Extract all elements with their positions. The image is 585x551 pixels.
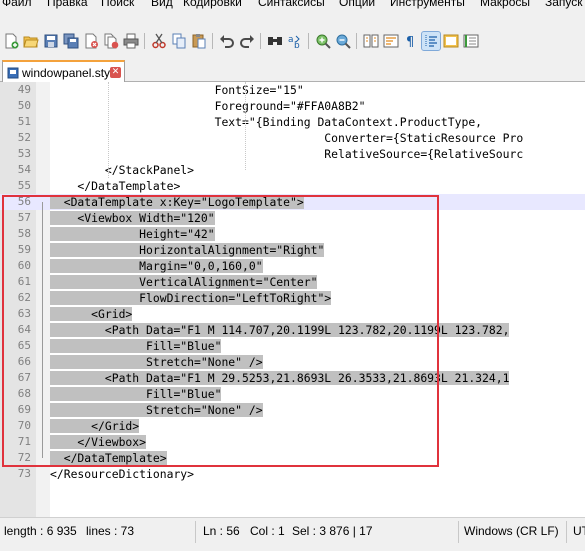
tab-close-icon[interactable]: ✕ xyxy=(110,67,121,78)
status-lines: lines : 73 xyxy=(86,524,135,538)
redo-icon[interactable] xyxy=(238,32,256,50)
file-icon xyxy=(7,67,19,79)
close-all-icon[interactable] xyxy=(102,32,120,50)
line-number: 53 xyxy=(17,147,31,160)
close-icon[interactable] xyxy=(82,32,100,50)
status-line: Ln : 56 xyxy=(203,524,240,538)
annotation-highlight-box xyxy=(2,195,439,467)
toolbar: ab ¶ xyxy=(0,27,585,57)
replace-icon[interactable]: ab xyxy=(286,32,304,50)
new-file-icon[interactable] xyxy=(2,32,20,50)
code-line[interactable]: 54 </StackPanel> xyxy=(0,162,585,178)
menu-view[interactable]: Вид xyxy=(151,0,173,9)
tab-bar: windowpanel.style ✕ xyxy=(0,57,585,82)
status-length: length : 6 935 xyxy=(4,524,77,538)
print-icon[interactable] xyxy=(122,32,140,50)
doc-map-icon[interactable] xyxy=(442,32,460,50)
menu-language[interactable]: Синтаксисы xyxy=(258,0,325,9)
menu-run[interactable]: Запуск xyxy=(545,0,583,9)
menu-search[interactable]: Поиск xyxy=(101,0,134,9)
sync-scroll-icon[interactable] xyxy=(362,32,380,50)
undo-icon[interactable] xyxy=(218,32,236,50)
svg-text:¶: ¶ xyxy=(406,35,414,49)
indent-guide xyxy=(245,82,246,170)
line-number: 73 xyxy=(17,467,31,480)
code-line[interactable]: 55 </DataTemplate> xyxy=(0,178,585,194)
code-text: </StackPanel> xyxy=(50,163,195,177)
line-number: 50 xyxy=(17,99,31,112)
menu-macro[interactable]: Макросы xyxy=(480,0,530,9)
cut-icon[interactable] xyxy=(150,32,168,50)
code-line[interactable]: 73 </ResourceDictionary> xyxy=(0,466,585,482)
menu-file[interactable]: Файл xyxy=(2,0,32,9)
status-encoding[interactable]: UTF xyxy=(573,524,585,538)
word-wrap-icon[interactable] xyxy=(382,32,400,50)
show-all-chars-icon[interactable]: ¶ xyxy=(402,32,420,50)
line-number: 54 xyxy=(17,163,31,176)
tab-windowpanel-style[interactable]: windowpanel.style ✕ xyxy=(2,60,125,82)
code-text: Foreground="#FFA0A8B2" xyxy=(50,99,366,113)
svg-text:b: b xyxy=(294,41,300,49)
indent-guide-icon[interactable] xyxy=(421,31,441,51)
indent-guide xyxy=(108,82,109,178)
zoom-in-icon[interactable] xyxy=(314,32,332,50)
open-icon[interactable] xyxy=(22,32,40,50)
code-text: RelativeSource={RelativeSourc xyxy=(50,147,524,161)
menu-bar: Файл Правка Поиск Вид Кодировки Синтакси… xyxy=(0,0,585,27)
menu-encoding[interactable]: Кодировки xyxy=(183,0,242,9)
copy-icon[interactable] xyxy=(170,32,188,50)
code-text: FontSize="15" xyxy=(50,83,304,97)
menu-tools[interactable]: Инструменты xyxy=(390,0,465,9)
zoom-out-icon[interactable] xyxy=(334,32,352,50)
code-text: </DataTemplate> xyxy=(50,179,181,193)
svg-text:a: a xyxy=(288,35,294,45)
code-line[interactable]: 52 Converter={StaticResource Pro xyxy=(0,130,585,146)
code-line[interactable]: 50 Foreground="#FFA0A8B2" xyxy=(0,98,585,114)
line-number: 52 xyxy=(17,131,31,144)
code-editor[interactable]: 49 FontSize="15" 50 Foreground="#FFA0A8B2… xyxy=(0,82,585,517)
tab-label: windowpanel.style xyxy=(22,66,120,80)
code-text: Text="{Binding DataContext.ProductType, xyxy=(50,115,483,129)
line-number: 49 xyxy=(17,83,31,96)
code-line[interactable]: 53 RelativeSource={RelativeSourc xyxy=(0,146,585,162)
code-line[interactable]: 49 FontSize="15" xyxy=(0,82,585,98)
code-text: Converter={StaticResource Pro xyxy=(50,131,524,145)
status-bar: length : 6 935 lines : 73 Ln : 56 Col : … xyxy=(0,517,585,551)
save-icon[interactable] xyxy=(42,32,60,50)
paste-icon[interactable] xyxy=(190,32,208,50)
menu-settings[interactable]: Опции xyxy=(339,0,375,9)
code-line[interactable]: 51 Text="{Binding DataContext.ProductTyp… xyxy=(0,114,585,130)
code-text: </ResourceDictionary> xyxy=(50,467,195,481)
status-column: Col : 1 xyxy=(250,524,285,538)
line-number: 51 xyxy=(17,115,31,128)
menu-edit[interactable]: Правка xyxy=(47,0,88,9)
status-selection: Sel : 3 876 | 17 xyxy=(292,524,373,538)
find-icon[interactable] xyxy=(266,32,284,50)
line-number: 55 xyxy=(17,179,31,192)
status-eol[interactable]: Windows (CR LF) xyxy=(464,524,559,538)
function-list-icon[interactable] xyxy=(462,32,480,50)
save-all-icon[interactable] xyxy=(62,32,80,50)
